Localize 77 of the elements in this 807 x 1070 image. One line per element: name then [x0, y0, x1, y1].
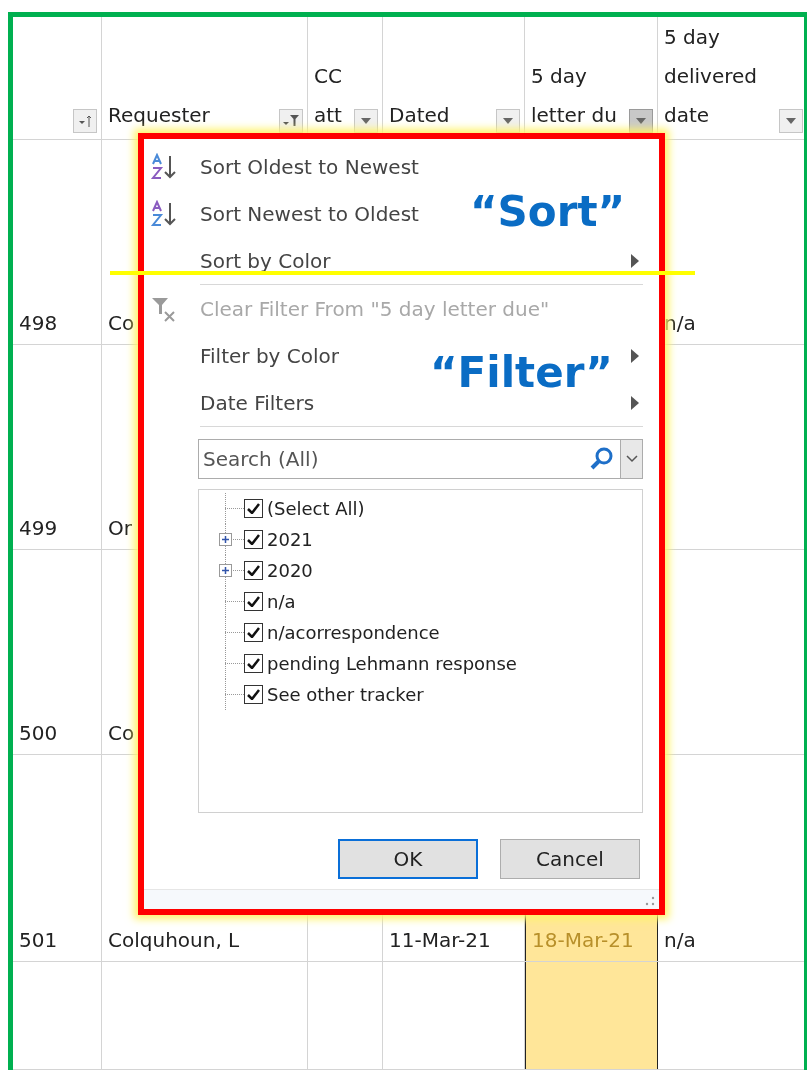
- search-field[interactable]: Search (All): [198, 439, 643, 479]
- cell-text: 500: [19, 720, 58, 747]
- value-item[interactable]: (Select All): [199, 493, 642, 524]
- value-label: n/acorrespondence: [267, 621, 440, 645]
- header-text: 5 day: [531, 63, 587, 90]
- cell-text: 499: [19, 515, 58, 542]
- cell-text: 498: [19, 310, 58, 337]
- cell-text: n/a: [664, 310, 696, 337]
- annotation-label: “Sort”: [470, 186, 626, 238]
- header-text: delivered: [664, 63, 758, 90]
- menu-item[interactable]: Filter by Color: [200, 340, 339, 371]
- expand-icon[interactable]: [219, 533, 232, 546]
- cell-text: Co: [108, 310, 135, 337]
- filter-dropdown-button[interactable]: [629, 109, 653, 133]
- value-label: pending Lehmann response: [267, 652, 517, 676]
- menu-item[interactable]: Sort by Color: [200, 245, 331, 276]
- filter-dropdown-button[interactable]: [779, 109, 803, 133]
- checkbox[interactable]: [244, 592, 263, 611]
- header-text: att: [314, 102, 342, 129]
- dropdown-arrow-icon: [785, 117, 797, 125]
- cell-text: 11-Mar-21: [389, 927, 491, 954]
- cell-text: 18-Mar-21: [532, 927, 634, 954]
- cell-text: n/a: [664, 927, 696, 954]
- filter-dropdown-button[interactable]: [496, 109, 520, 133]
- cell-text: Colquhoun, L: [108, 927, 240, 954]
- menu-item[interactable]: Sort Newest to Oldest: [200, 198, 419, 229]
- cell-text: Co: [108, 720, 135, 747]
- expand-icon[interactable]: [219, 564, 232, 577]
- check-icon: [247, 534, 260, 545]
- value-label: 2020: [267, 559, 313, 583]
- checkbox[interactable]: [244, 561, 263, 580]
- value-item[interactable]: 2020: [199, 555, 642, 586]
- check-icon: [247, 565, 260, 576]
- dropdown-arrow-icon: [502, 117, 514, 125]
- cancel-button[interactable]: Cancel: [500, 839, 640, 879]
- menu-item[interactable]: Sort Oldest to Newest: [200, 151, 419, 182]
- filter-dropdown-button[interactable]: [279, 109, 303, 133]
- checkbox[interactable]: [244, 685, 263, 704]
- header-text: CC: [314, 63, 342, 90]
- value-label: n/a: [267, 590, 296, 614]
- check-icon: [247, 503, 260, 514]
- annotation-label: “Filter”: [430, 347, 613, 399]
- check-icon: [247, 689, 260, 700]
- checkbox[interactable]: [244, 654, 263, 673]
- header-text: Requester: [108, 102, 210, 129]
- check-icon: [247, 596, 260, 607]
- value-label: 2021: [267, 528, 313, 552]
- sort-descending-icon: [150, 199, 178, 228]
- sort-filter-icon: [77, 114, 93, 128]
- check-icon: [247, 627, 260, 638]
- value-item[interactable]: 2021: [199, 524, 642, 555]
- checkbox[interactable]: [244, 499, 263, 518]
- header-text: date: [664, 102, 710, 129]
- ok-button[interactable]: OK: [338, 839, 478, 879]
- value-item[interactable]: pending Lehmann response: [199, 648, 642, 679]
- checkbox[interactable]: [244, 530, 263, 549]
- check-icon: [247, 658, 260, 669]
- cell-text: Or: [108, 515, 132, 542]
- value-item[interactable]: See other tracker: [199, 679, 642, 710]
- dropdown-arrow-icon: [360, 117, 372, 125]
- checkbox[interactable]: [244, 623, 263, 642]
- header-text: Dated: [389, 102, 450, 129]
- value-item[interactable]: n/acorrespondence: [199, 617, 642, 648]
- header-text: letter du: [531, 102, 617, 129]
- filter-dropdown-button[interactable]: [354, 109, 378, 133]
- dropdown-arrow-icon: [635, 117, 647, 125]
- cell-text: 501: [19, 927, 58, 954]
- search-icon: [589, 446, 615, 472]
- resize-grip-icon[interactable]: [645, 896, 655, 906]
- filter-icon: [282, 114, 300, 128]
- chevron-down-icon: [625, 455, 638, 463]
- sort-ascending-icon: [150, 152, 178, 181]
- header-text: 5 day: [664, 24, 720, 51]
- value-item[interactable]: n/a: [199, 586, 642, 617]
- menu-item[interactable]: Date Filters: [200, 387, 315, 418]
- value-label: (Select All): [267, 497, 365, 521]
- value-label: See other tracker: [267, 683, 424, 707]
